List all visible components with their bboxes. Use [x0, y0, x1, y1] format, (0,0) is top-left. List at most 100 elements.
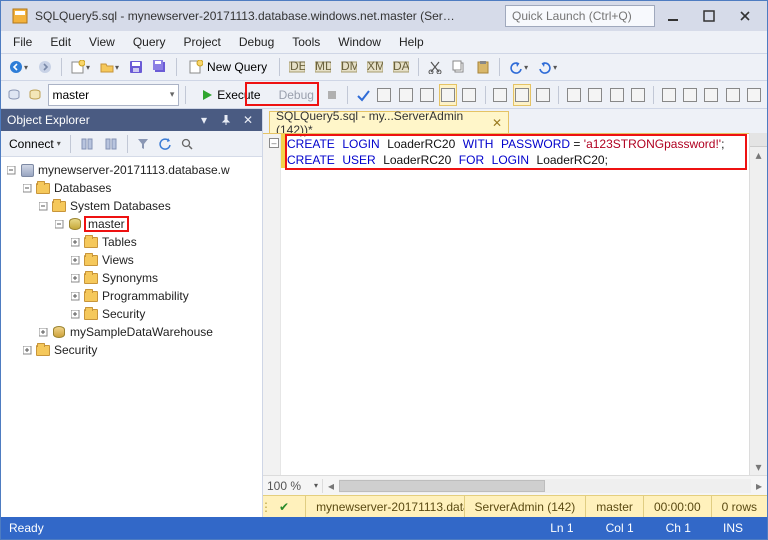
vertical-scrollbar[interactable]: ▴ ▾	[749, 133, 767, 475]
include-stats-button[interactable]	[460, 84, 478, 106]
parse-button[interactable]	[354, 84, 372, 106]
tree-node-sampledw[interactable]: mySampleDataWarehouse	[1, 323, 262, 341]
tree-node-system-databases[interactable]: System Databases	[1, 197, 262, 215]
menu-edit[interactable]: Edit	[42, 33, 79, 51]
tree-node-views[interactable]: Views	[1, 251, 262, 269]
hscroll-thumb[interactable]	[339, 480, 545, 492]
menu-help[interactable]: Help	[391, 33, 432, 51]
xmla-query-button[interactable]: XMLA	[363, 56, 387, 78]
mdx-query-button[interactable]: MDX	[311, 56, 335, 78]
template-browser-button[interactable]	[681, 84, 699, 106]
save-all-button[interactable]	[149, 56, 171, 78]
comment-button[interactable]	[565, 84, 583, 106]
new-project-button[interactable]: ▾	[67, 56, 94, 78]
minimize-button[interactable]	[655, 4, 691, 28]
extra-1-button[interactable]	[702, 84, 720, 106]
query-options-button[interactable]	[397, 84, 415, 106]
nav-back-button[interactable]: ▾	[5, 56, 32, 78]
change-connection-button[interactable]	[5, 84, 23, 106]
extra-2-button[interactable]	[723, 84, 741, 106]
filter-button[interactable]	[133, 133, 153, 155]
expand-icon[interactable]	[37, 326, 49, 338]
tree-node-server[interactable]: mynewserver-20171113.database.w	[1, 161, 262, 179]
save-button[interactable]	[125, 56, 147, 78]
outdent-button[interactable]	[629, 84, 647, 106]
cancel-query-button[interactable]	[323, 84, 341, 106]
quick-launch-input[interactable]	[505, 5, 655, 27]
disconnect-button[interactable]	[76, 133, 98, 155]
expand-icon[interactable]	[69, 236, 81, 248]
copy-button[interactable]	[448, 56, 470, 78]
results-grid-button[interactable]	[513, 84, 531, 106]
scroll-track[interactable]	[750, 163, 767, 459]
stop-button[interactable]	[100, 133, 122, 155]
tree-node-synonyms[interactable]: Synonyms	[1, 269, 262, 287]
zoom-combo[interactable]: 100 %▾	[263, 479, 323, 493]
nav-fwd-button[interactable]	[34, 56, 56, 78]
redo-button[interactable]: ▾	[534, 56, 561, 78]
intellisense-button[interactable]	[418, 84, 436, 106]
object-explorer-tree[interactable]: mynewserver-20171113.database.w Database…	[1, 157, 262, 517]
menu-debug[interactable]: Debug	[231, 33, 282, 51]
dmx-query-button[interactable]: DMX	[337, 56, 361, 78]
scroll-down-icon[interactable]: ▾	[750, 459, 767, 475]
code-editor[interactable]: – CREATE LOGIN LoaderRC20 WITH PASSWORD …	[263, 133, 749, 475]
expand-icon[interactable]	[21, 344, 33, 356]
scroll-up-icon[interactable]: ▴	[750, 147, 767, 163]
search-button[interactable]	[177, 133, 197, 155]
split-button[interactable]	[750, 133, 767, 147]
editor-tab-active[interactable]: SQLQuery5.sql - my...ServerAdmin (142))*…	[269, 111, 509, 133]
scroll-left-icon[interactable]: ◂	[323, 479, 339, 493]
outline-toggle[interactable]: –	[269, 138, 279, 148]
available-db-icon[interactable]	[26, 84, 44, 106]
close-button[interactable]	[727, 4, 763, 28]
horizontal-scrollbar[interactable]: ◂ ▸	[323, 479, 767, 493]
menu-project[interactable]: Project	[176, 33, 229, 51]
paste-button[interactable]	[472, 56, 494, 78]
database-selector[interactable]: master ▾	[48, 84, 180, 106]
menu-query[interactable]: Query	[125, 33, 174, 51]
tree-node-tables[interactable]: Tables	[1, 233, 262, 251]
expand-icon[interactable]	[69, 290, 81, 302]
maximize-button[interactable]	[691, 4, 727, 28]
collapse-icon[interactable]	[21, 182, 33, 194]
menu-tools[interactable]: Tools	[284, 33, 328, 51]
uncomment-button[interactable]	[586, 84, 604, 106]
menu-window[interactable]: Window	[330, 33, 389, 51]
tree-node-security-inner[interactable]: Security	[1, 305, 262, 323]
new-query-button[interactable]: New Query	[182, 56, 274, 78]
tree-node-programmability[interactable]: Programmability	[1, 287, 262, 305]
panel-menu-button[interactable]: ▾	[196, 112, 212, 128]
execute-button[interactable]: Execute	[192, 84, 269, 106]
extra-3-button[interactable]	[745, 84, 763, 106]
refresh-button[interactable]	[155, 133, 175, 155]
de-query-button[interactable]: DE	[285, 56, 309, 78]
hscroll-track[interactable]	[339, 479, 751, 493]
menu-view[interactable]: View	[81, 33, 123, 51]
results-text-button[interactable]	[491, 84, 509, 106]
close-panel-button[interactable]: ✕	[240, 112, 256, 128]
cut-button[interactable]	[424, 56, 446, 78]
tree-node-security-top[interactable]: Security	[1, 341, 262, 359]
collapse-icon[interactable]	[5, 164, 17, 176]
results-file-button[interactable]	[534, 84, 552, 106]
specify-values-button[interactable]	[660, 84, 678, 106]
expand-icon[interactable]	[69, 272, 81, 284]
close-tab-icon[interactable]: ✕	[492, 116, 502, 130]
indent-button[interactable]	[607, 84, 625, 106]
include-plan-button[interactable]	[439, 84, 457, 106]
scroll-right-icon[interactable]: ▸	[751, 479, 767, 493]
estimated-plan-button[interactable]	[375, 84, 393, 106]
menu-file[interactable]: File	[5, 33, 40, 51]
connect-button[interactable]: Connect▾	[5, 133, 65, 155]
dax-query-button[interactable]: DAX	[389, 56, 413, 78]
collapse-icon[interactable]	[53, 218, 65, 230]
expand-icon[interactable]	[69, 308, 81, 320]
collapse-icon[interactable]	[37, 200, 49, 212]
pin-icon[interactable]	[218, 112, 234, 128]
open-file-button[interactable]: ▾	[96, 56, 123, 78]
tree-node-databases[interactable]: Databases	[1, 179, 262, 197]
expand-icon[interactable]	[69, 254, 81, 266]
tree-node-master[interactable]: master	[1, 215, 262, 233]
undo-button[interactable]: ▾	[505, 56, 532, 78]
